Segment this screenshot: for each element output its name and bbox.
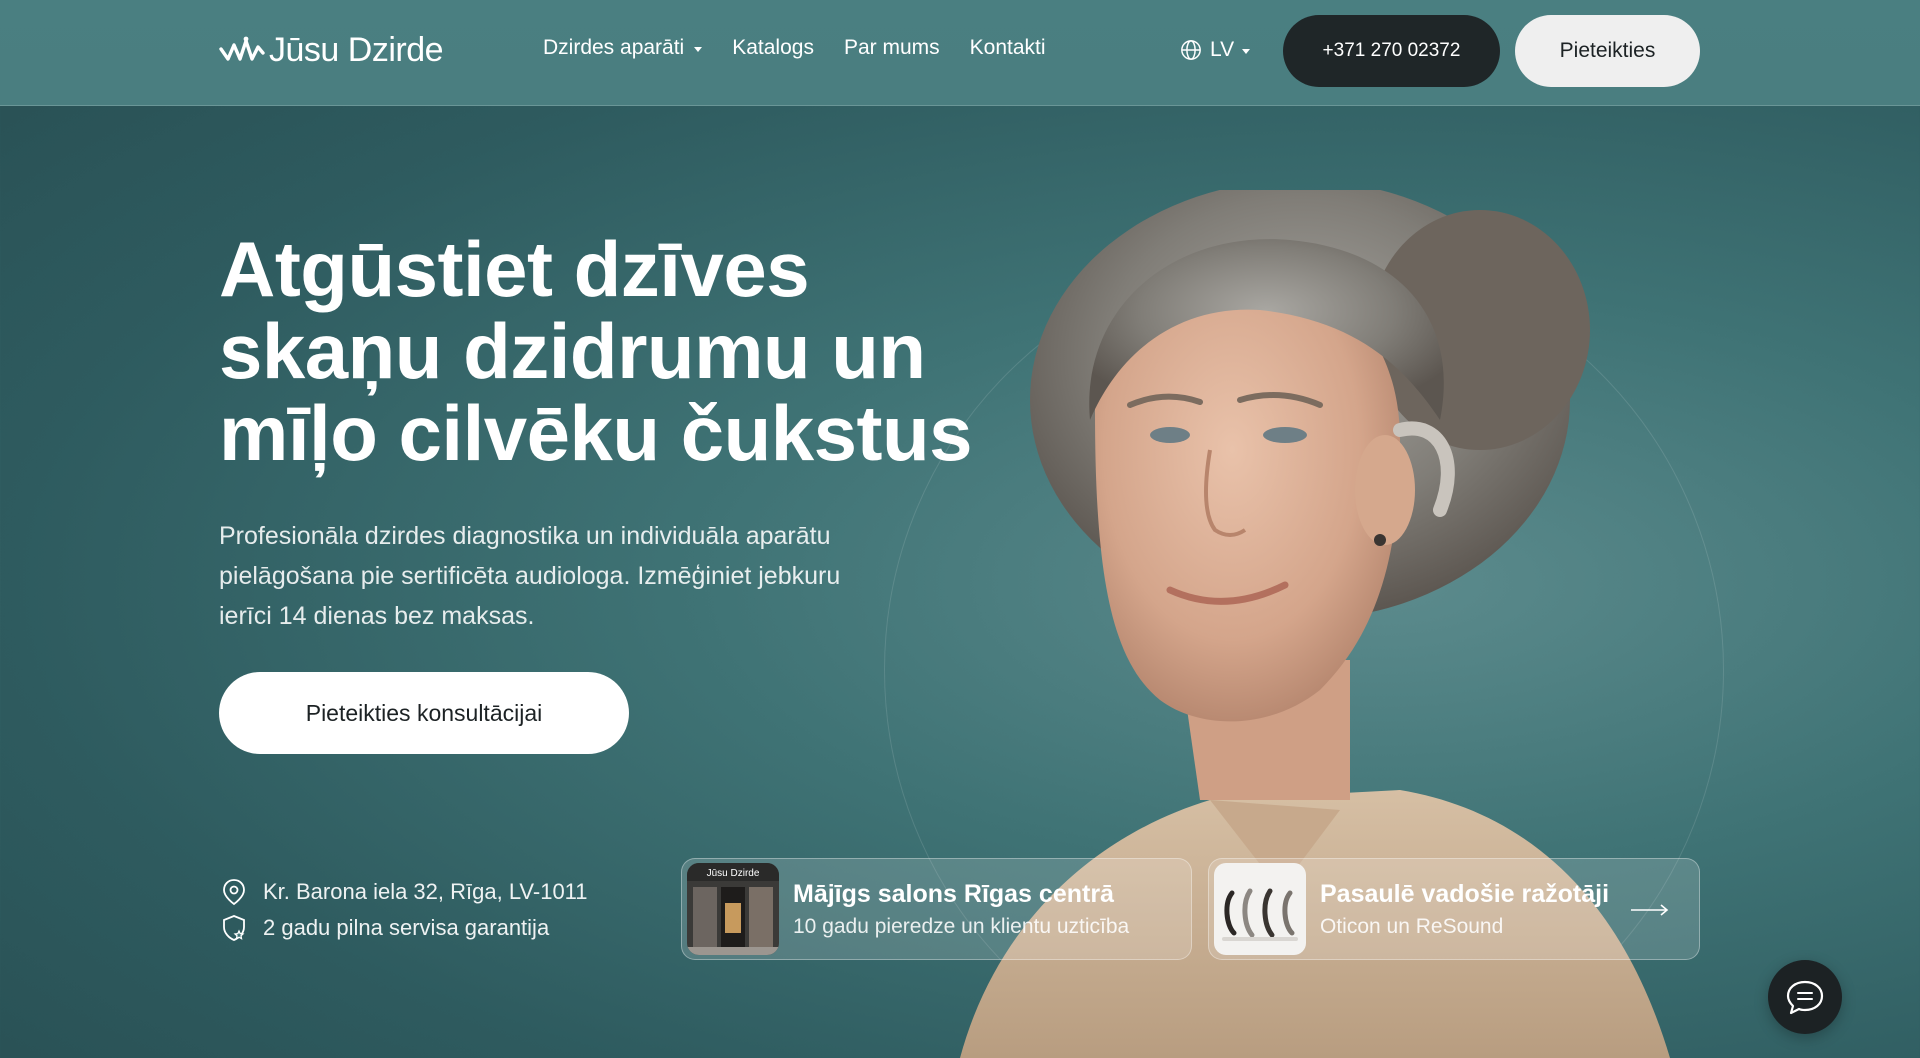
hero-title-line: skaņu dzidrumu un (219, 307, 926, 395)
nav-item-contacts[interactable]: Kontakti (970, 36, 1046, 60)
address-row: Kr. Barona iela 32, Rīga, LV-1011 (219, 874, 588, 910)
nav-item-label: Par mums (843, 36, 940, 59)
chevron-down-icon (1242, 49, 1251, 54)
hero-subtitle-line: pielāgošana pie sertificēta audiologa. I… (219, 562, 841, 590)
globe-icon (1181, 40, 1201, 60)
nav-item-catalog[interactable]: Katalogs (732, 36, 814, 60)
hero-title-line: Atgūstiet dzīves (219, 225, 810, 313)
phone-button[interactable]: +371 270 02372 (1283, 15, 1500, 87)
card-title: Pasaulē vadošie ražotāji (1320, 879, 1610, 908)
shield-star-icon (223, 915, 245, 941)
nav-item-label: Katalogs (732, 36, 814, 59)
hero-subtitle: Profesionāla dzirdes diagnostika un indi… (219, 516, 939, 636)
nav-item-hearing-aids[interactable]: Dzirdes aparāti (543, 36, 703, 60)
salon-thumbnail-image: Jūsu Dzirde (687, 863, 779, 955)
warranty-row: 2 gadu pilna servisa garantija (219, 910, 588, 946)
hero-subtitle-line: Profesionāla dzirdes diagnostika un indi… (219, 522, 831, 550)
site-logo[interactable]: Jūsu Dzirde (219, 30, 444, 70)
nav-item-label: Dzirdes aparāti (543, 36, 685, 59)
chat-button[interactable] (1768, 960, 1842, 1034)
chevron-down-icon (694, 47, 703, 52)
language-label: LV (1210, 38, 1235, 61)
location-pin-icon (223, 879, 245, 906)
card-text: Mājīgs salons Rīgas centrā 10 gadu piere… (793, 880, 1129, 939)
arrow-right-icon (1631, 904, 1669, 916)
address-text: Kr. Barona iela 32, Rīga, LV-1011 (263, 879, 588, 904)
info-list: Kr. Barona iela 32, Rīga, LV-1011 2 gadu… (219, 874, 588, 946)
logo-text: Jūsu Dzirde (269, 30, 444, 69)
hero-subtitle-line: ierīci 14 dienas bez maksas. (219, 602, 535, 630)
consultation-button[interactable]: Pieteikties konsultācijai (219, 672, 629, 754)
signup-button[interactable]: Pieteikties (1515, 15, 1700, 87)
hero-title-line: mīļo cilvēku čukstus (219, 389, 972, 477)
main-nav: Dzirdes aparāti Katalogs Par mums Kontak… (543, 36, 1046, 60)
card-text: Pasaulē vadošie ražotāji Oticon un ReSou… (1320, 880, 1609, 939)
salon-card[interactable]: Jūsu Dzirde Mājīgs salons Rīgas centrā 1… (681, 858, 1192, 960)
site-header: Jūsu Dzirde Dzirdes aparāti Katalogs Par… (0, 0, 1920, 106)
hearing-aids-thumbnail-image (1214, 863, 1306, 955)
logo-mark-icon (219, 36, 265, 61)
warranty-text: 2 gadu pilna servisa garantija (263, 915, 550, 940)
nav-item-about[interactable]: Par mums (844, 36, 940, 60)
card-description: 10 gadu pieredze un klientu uzticība (793, 914, 1130, 938)
language-selector[interactable]: LV (1180, 38, 1251, 62)
nav-item-label: Kontakti (969, 36, 1046, 59)
chat-icon (1786, 980, 1824, 1015)
thumb-logo-text: Jūsu Dzirde (707, 868, 760, 879)
card-description: Oticon un ReSound (1320, 914, 1504, 938)
manufacturers-card[interactable]: Pasaulē vadošie ražotāji Oticon un ReSou… (1208, 858, 1700, 960)
hero-title: Atgūstiet dzīves skaņu dzidrumu un mīļo … (219, 228, 1039, 474)
card-title: Mājīgs salons Rīgas centrā (793, 879, 1114, 908)
